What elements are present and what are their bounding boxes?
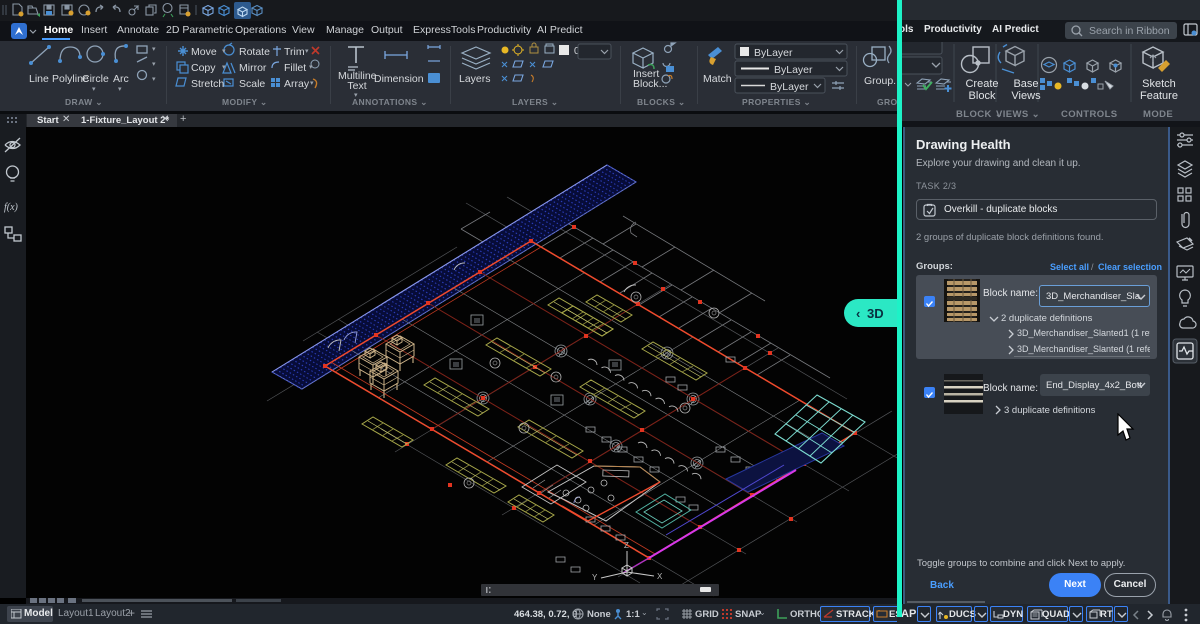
- svg-text:‹: ‹: [856, 306, 860, 321]
- svg-text:X: X: [657, 572, 663, 581]
- svg-text:f(x): f(x): [4, 202, 19, 213]
- svg-text:Y: Y: [592, 573, 598, 582]
- svg-text:3D: 3D: [867, 306, 884, 321]
- svg-text:Z: Z: [624, 541, 629, 550]
